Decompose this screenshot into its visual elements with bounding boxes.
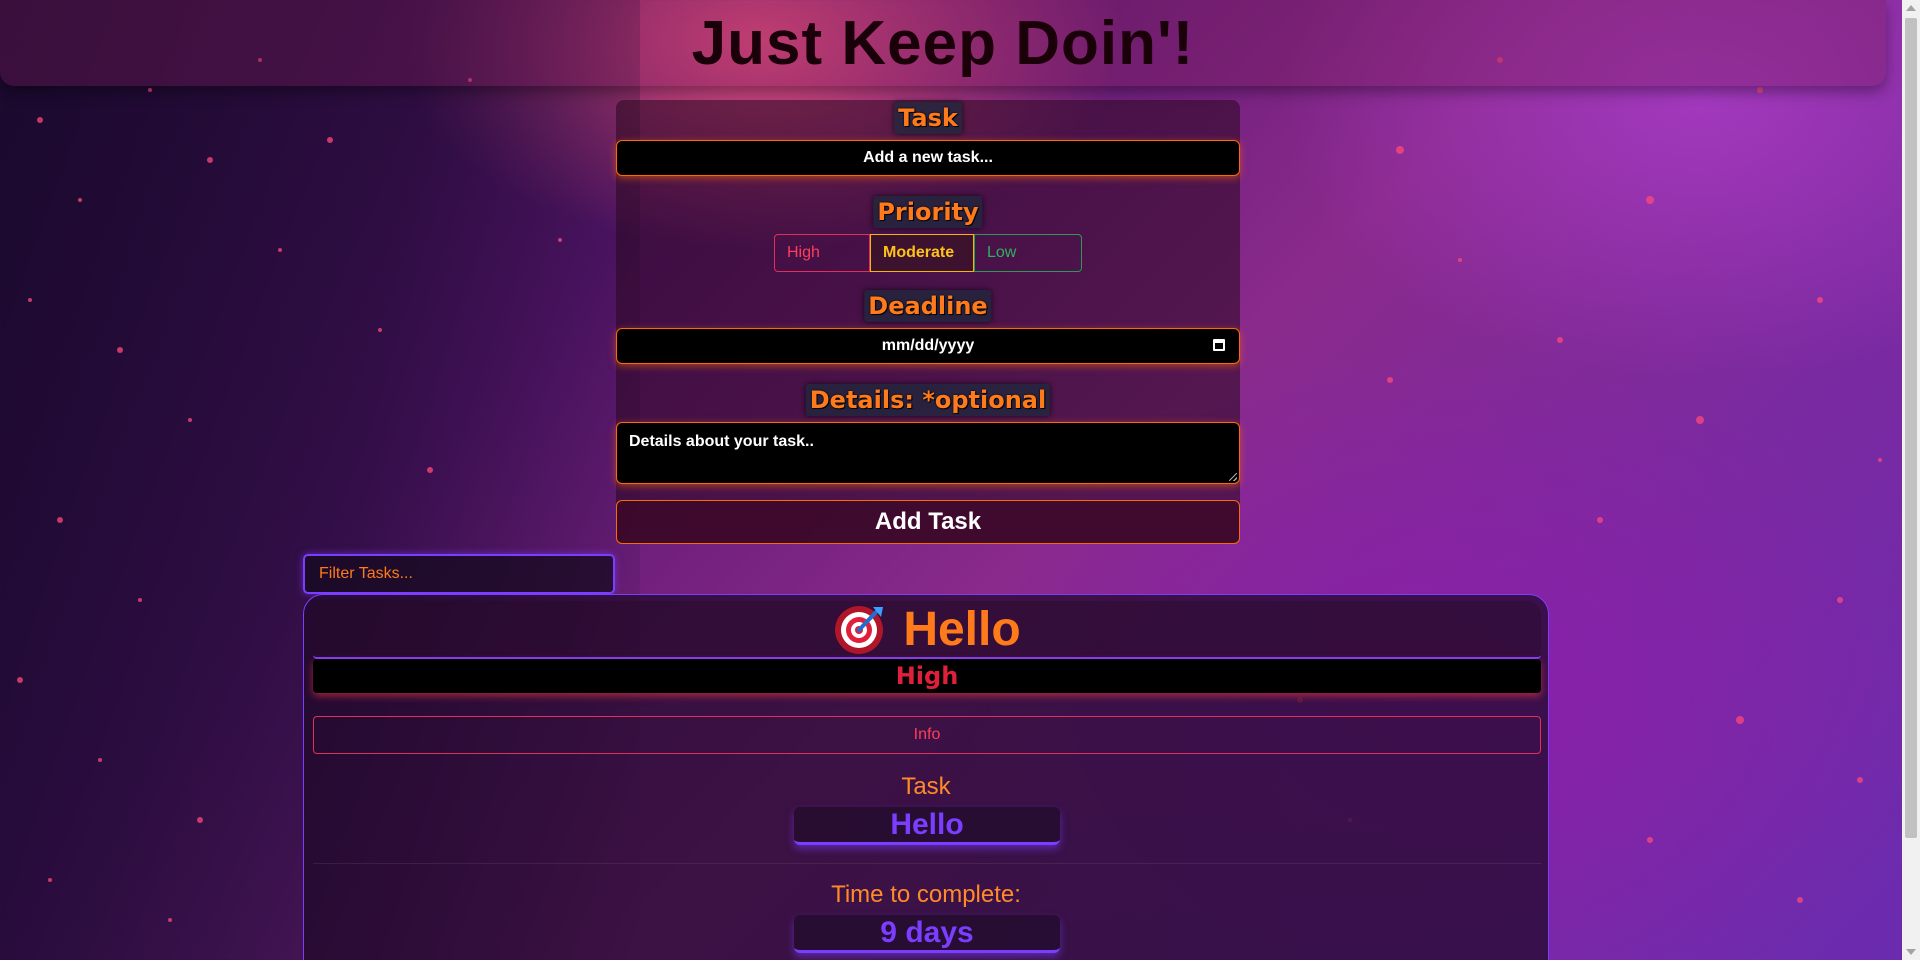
target-dart-icon: [835, 606, 884, 654]
time-section-label: Time to complete:: [831, 881, 1021, 908]
deadline-placeholder: mm/dd/yyyy: [881, 337, 975, 354]
resize-grip-icon[interactable]: [1229, 473, 1237, 481]
task-field-label: Task: [894, 102, 962, 134]
vertical-scrollbar[interactable]: [1902, 0, 1920, 960]
scroll-thumb[interactable]: [1905, 18, 1917, 838]
app-header: Just Keep Doin'!: [0, 0, 1886, 86]
task-priority-badge: High: [313, 659, 1541, 693]
details-field-label: Details: *optional: [805, 384, 1051, 416]
details-placeholder: Details about your task..: [629, 433, 814, 450]
task-input[interactable]: Add a new task...: [616, 140, 1240, 176]
deadline-input[interactable]: mm/dd/yyyy: [616, 328, 1240, 364]
task-card: Hello High Info Task Hello Time to compl…: [303, 594, 1549, 960]
scroll-down-arrow-icon[interactable]: [1906, 949, 1916, 955]
priority-low-button[interactable]: Low: [974, 234, 1082, 272]
task-name-value: Hello: [794, 807, 1060, 845]
priority-high-button[interactable]: High: [774, 234, 870, 272]
task-card-header: Hello: [313, 601, 1541, 659]
task-form: Task Add a new task... Priority High Mod…: [616, 100, 1240, 544]
deadline-field-label: Deadline: [864, 290, 992, 322]
time-remaining-value: 9 days: [794, 915, 1060, 953]
scroll-up-arrow-icon[interactable]: [1906, 5, 1916, 11]
section-divider: [313, 863, 1541, 864]
app-title: Just Keep Doin'!: [691, 8, 1195, 78]
filter-tasks-input[interactable]: Filter Tasks...: [303, 554, 615, 594]
priority-moderate-button[interactable]: Moderate: [870, 234, 974, 272]
priority-field-label: Priority: [873, 196, 983, 228]
task-section-label: Task: [901, 773, 951, 800]
add-task-button[interactable]: Add Task: [616, 500, 1240, 544]
calendar-icon[interactable]: [1213, 339, 1225, 351]
info-button[interactable]: Info: [313, 716, 1541, 754]
details-textarea[interactable]: Details about your task..: [616, 422, 1240, 484]
priority-selector: High Moderate Low: [774, 234, 1082, 272]
task-card-title: Hello: [903, 602, 1021, 656]
